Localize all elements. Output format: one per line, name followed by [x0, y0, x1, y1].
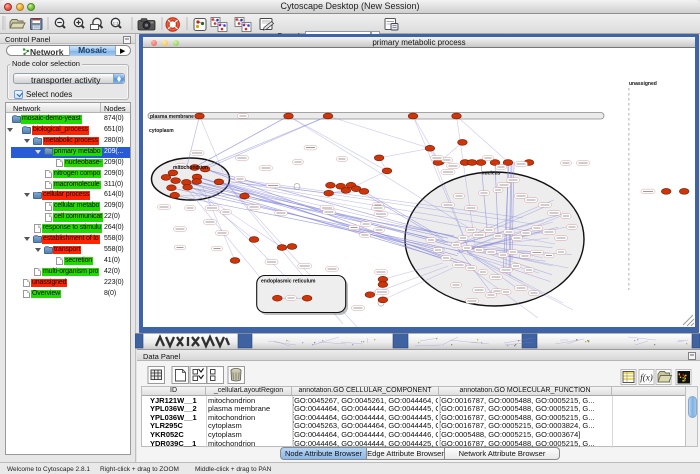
svg-text:endoplasmic reticulum: endoplasmic reticulum [261, 279, 316, 285]
svg-text:mitochondrion: mitochondrion [173, 165, 208, 171]
svg-text:1:1: 1:1 [113, 20, 119, 25]
svg-text:f(x): f(x) [640, 373, 653, 383]
svg-text:plasma membrane: plasma membrane [150, 114, 194, 120]
svg-text:unassigned: unassigned [629, 81, 657, 87]
svg-text:nucleus: nucleus [482, 171, 501, 177]
svg-text:cytoplasm: cytoplasm [149, 128, 174, 134]
